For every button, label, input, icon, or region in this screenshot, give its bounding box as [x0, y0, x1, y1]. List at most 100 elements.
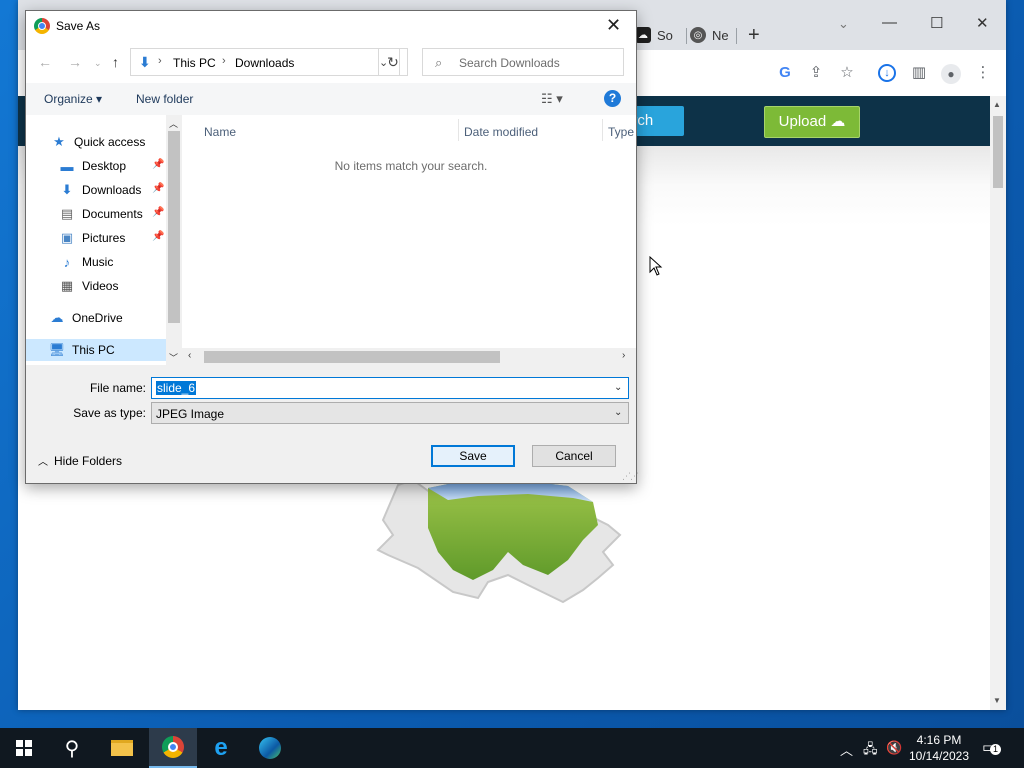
scrollbar-thumb[interactable]: [204, 351, 500, 363]
file-explorer-taskbar-button[interactable]: [98, 728, 146, 768]
close-window-icon[interactable]: ✕: [976, 14, 989, 32]
notifications-button[interactable]: ▭ 1: [982, 738, 1001, 756]
hide-folders-toggle[interactable]: ︿ Hide Folders: [38, 453, 122, 468]
nav-item-music[interactable]: ♪ Music: [26, 251, 166, 273]
save-as-type-select[interactable]: JPEG Image ⌄: [151, 402, 629, 424]
maximize-icon[interactable]: ☐: [930, 14, 943, 32]
new-folder-button[interactable]: New folder: [136, 92, 193, 106]
resize-grip-icon[interactable]: ⋰⋰: [622, 471, 639, 482]
clock-time[interactable]: 4:16 PM: [904, 733, 974, 747]
nav-pane-scrollbar[interactable]: ︿ ﹀: [166, 115, 182, 365]
nav-item-label: Quick access: [74, 135, 146, 149]
search-taskbar-button[interactable]: ⚲: [48, 728, 96, 768]
site-upload-button[interactable]: Upload ☁: [764, 106, 860, 138]
tab-separator: [736, 28, 737, 44]
pin-icon: 📌: [152, 231, 165, 242]
browser-tab-1-label: So: [657, 27, 673, 43]
network-icon[interactable]: 🖧: [863, 740, 878, 762]
scrollbar-thumb[interactable]: [993, 116, 1003, 188]
download-icon: ⬇: [61, 182, 73, 197]
file-name-value: slide_6: [156, 381, 197, 395]
download-location-icon: ⬇: [139, 54, 151, 70]
recent-locations-chevron-icon[interactable]: ⌄: [94, 58, 102, 69]
tab-separator: [686, 28, 687, 44]
column-header-type[interactable]: Type: [608, 125, 634, 139]
upload-label: Upload: [778, 113, 827, 130]
column-header-date-modified[interactable]: Date modified: [464, 125, 538, 139]
nav-item-downloads[interactable]: ⬇ Downloads 📌: [26, 179, 166, 201]
scroll-down-icon[interactable]: ▼: [993, 696, 1001, 705]
side-panel-icon[interactable]: ▥: [910, 64, 928, 82]
edge-icon: [259, 737, 281, 759]
pin-icon: 📌: [152, 207, 165, 218]
back-arrow-icon[interactable]: ←: [38, 54, 52, 70]
help-icon[interactable]: ?: [604, 90, 621, 107]
nav-item-desktop[interactable]: ▬ Desktop 📌: [26, 155, 166, 177]
chrome-icon: [34, 18, 50, 34]
browser-tab-1[interactable]: ☁ So: [635, 20, 673, 50]
up-arrow-icon[interactable]: ↑: [112, 54, 119, 70]
nav-item-label: Music: [82, 255, 114, 269]
nav-item-videos[interactable]: ▦ Videos: [26, 275, 166, 297]
nav-item-this-pc[interactable]: 🖥 This PC: [26, 339, 166, 361]
volume-muted-icon[interactable]: 🔇: [886, 740, 902, 756]
chevron-down-icon[interactable]: ⌄: [614, 382, 622, 393]
file-name-input[interactable]: slide_6 ⌄: [151, 377, 629, 399]
view-options-icon[interactable]: ☷ ▾: [541, 91, 563, 107]
file-list-horizontal-scrollbar[interactable]: ‹ ›: [182, 348, 636, 365]
downloads-icon[interactable]: ↓: [878, 64, 896, 82]
menu-kebab-icon[interactable]: ⋮: [974, 64, 992, 82]
scroll-up-icon[interactable]: ▲: [993, 100, 1001, 109]
nav-item-label: Pictures: [82, 231, 126, 245]
pin-icon: 📌: [152, 183, 165, 194]
organize-menu[interactable]: Organize ▾: [44, 92, 102, 106]
minimize-icon[interactable]: —: [882, 14, 897, 31]
share-icon[interactable]: ⇪: [807, 64, 825, 82]
search-input[interactable]: [457, 54, 621, 72]
dialog-close-button[interactable]: ✕: [606, 15, 621, 36]
breadcrumb-this-pc[interactable]: This PC: [173, 56, 216, 70]
internet-explorer-taskbar-button[interactable]: e: [197, 728, 245, 768]
breadcrumb-downloads[interactable]: Downloads: [235, 56, 294, 70]
nav-item-quick-access[interactable]: ★ Quick access: [26, 131, 166, 153]
computer-icon: 🖥: [48, 342, 66, 357]
nav-item-pictures[interactable]: ▣ Pictures 📌: [26, 227, 166, 249]
nav-item-onedrive[interactable]: ☁ OneDrive: [26, 307, 166, 329]
clock-date[interactable]: 10/14/2023: [904, 749, 974, 763]
scroll-down-icon[interactable]: ﹀: [169, 351, 178, 364]
cancel-button[interactable]: Cancel: [532, 445, 616, 467]
scroll-right-icon[interactable]: ›: [622, 350, 625, 361]
edge-taskbar-button[interactable]: [246, 728, 294, 768]
column-divider[interactable]: [602, 119, 603, 141]
forward-arrow-icon[interactable]: →: [68, 54, 82, 70]
profile-avatar-icon[interactable]: ●: [941, 64, 961, 84]
bookmark-star-icon[interactable]: ☆: [838, 64, 856, 82]
file-list-pane: Name Date modified Type No items match y…: [182, 115, 636, 365]
desktop-icon: ▬: [60, 158, 74, 174]
address-bar[interactable]: ⬇ › This PC › Downloads ⌄: [130, 48, 400, 76]
browser-tab-2[interactable]: ◎ Ne: [690, 20, 729, 50]
chevron-up-icon: ︿: [38, 457, 48, 468]
chevron-up-icon[interactable]: ︿: [840, 740, 853, 759]
chrome-taskbar-button[interactable]: [149, 728, 197, 768]
save-button[interactable]: Save: [431, 445, 515, 467]
new-tab-button[interactable]: +: [748, 24, 760, 47]
breadcrumb-separator-icon[interactable]: ›: [158, 55, 162, 67]
google-lens-icon[interactable]: G: [776, 64, 794, 82]
nav-item-documents[interactable]: ▤ Documents 📌: [26, 203, 166, 225]
tab-search-chevron-icon[interactable]: ⌄: [838, 16, 849, 32]
chrome-icon: [162, 736, 184, 758]
command-bar: Organize ▾ New folder ☷ ▾ ?: [26, 83, 636, 115]
start-button[interactable]: [0, 728, 48, 768]
breadcrumb-separator-icon[interactable]: ›: [222, 55, 226, 67]
scroll-left-icon[interactable]: ‹: [188, 350, 191, 361]
refresh-button[interactable]: ↻: [378, 48, 408, 76]
column-divider[interactable]: [458, 119, 459, 141]
browser-vertical-scrollbar[interactable]: ▲ ▼: [990, 96, 1006, 710]
search-field[interactable]: ⌕: [422, 48, 624, 76]
music-icon: ♪: [63, 254, 71, 270]
notification-count: 1: [990, 744, 1001, 755]
scroll-up-icon[interactable]: ︿: [169, 117, 178, 130]
column-header-name[interactable]: Name: [204, 125, 236, 139]
scrollbar-thumb[interactable]: [168, 131, 180, 323]
